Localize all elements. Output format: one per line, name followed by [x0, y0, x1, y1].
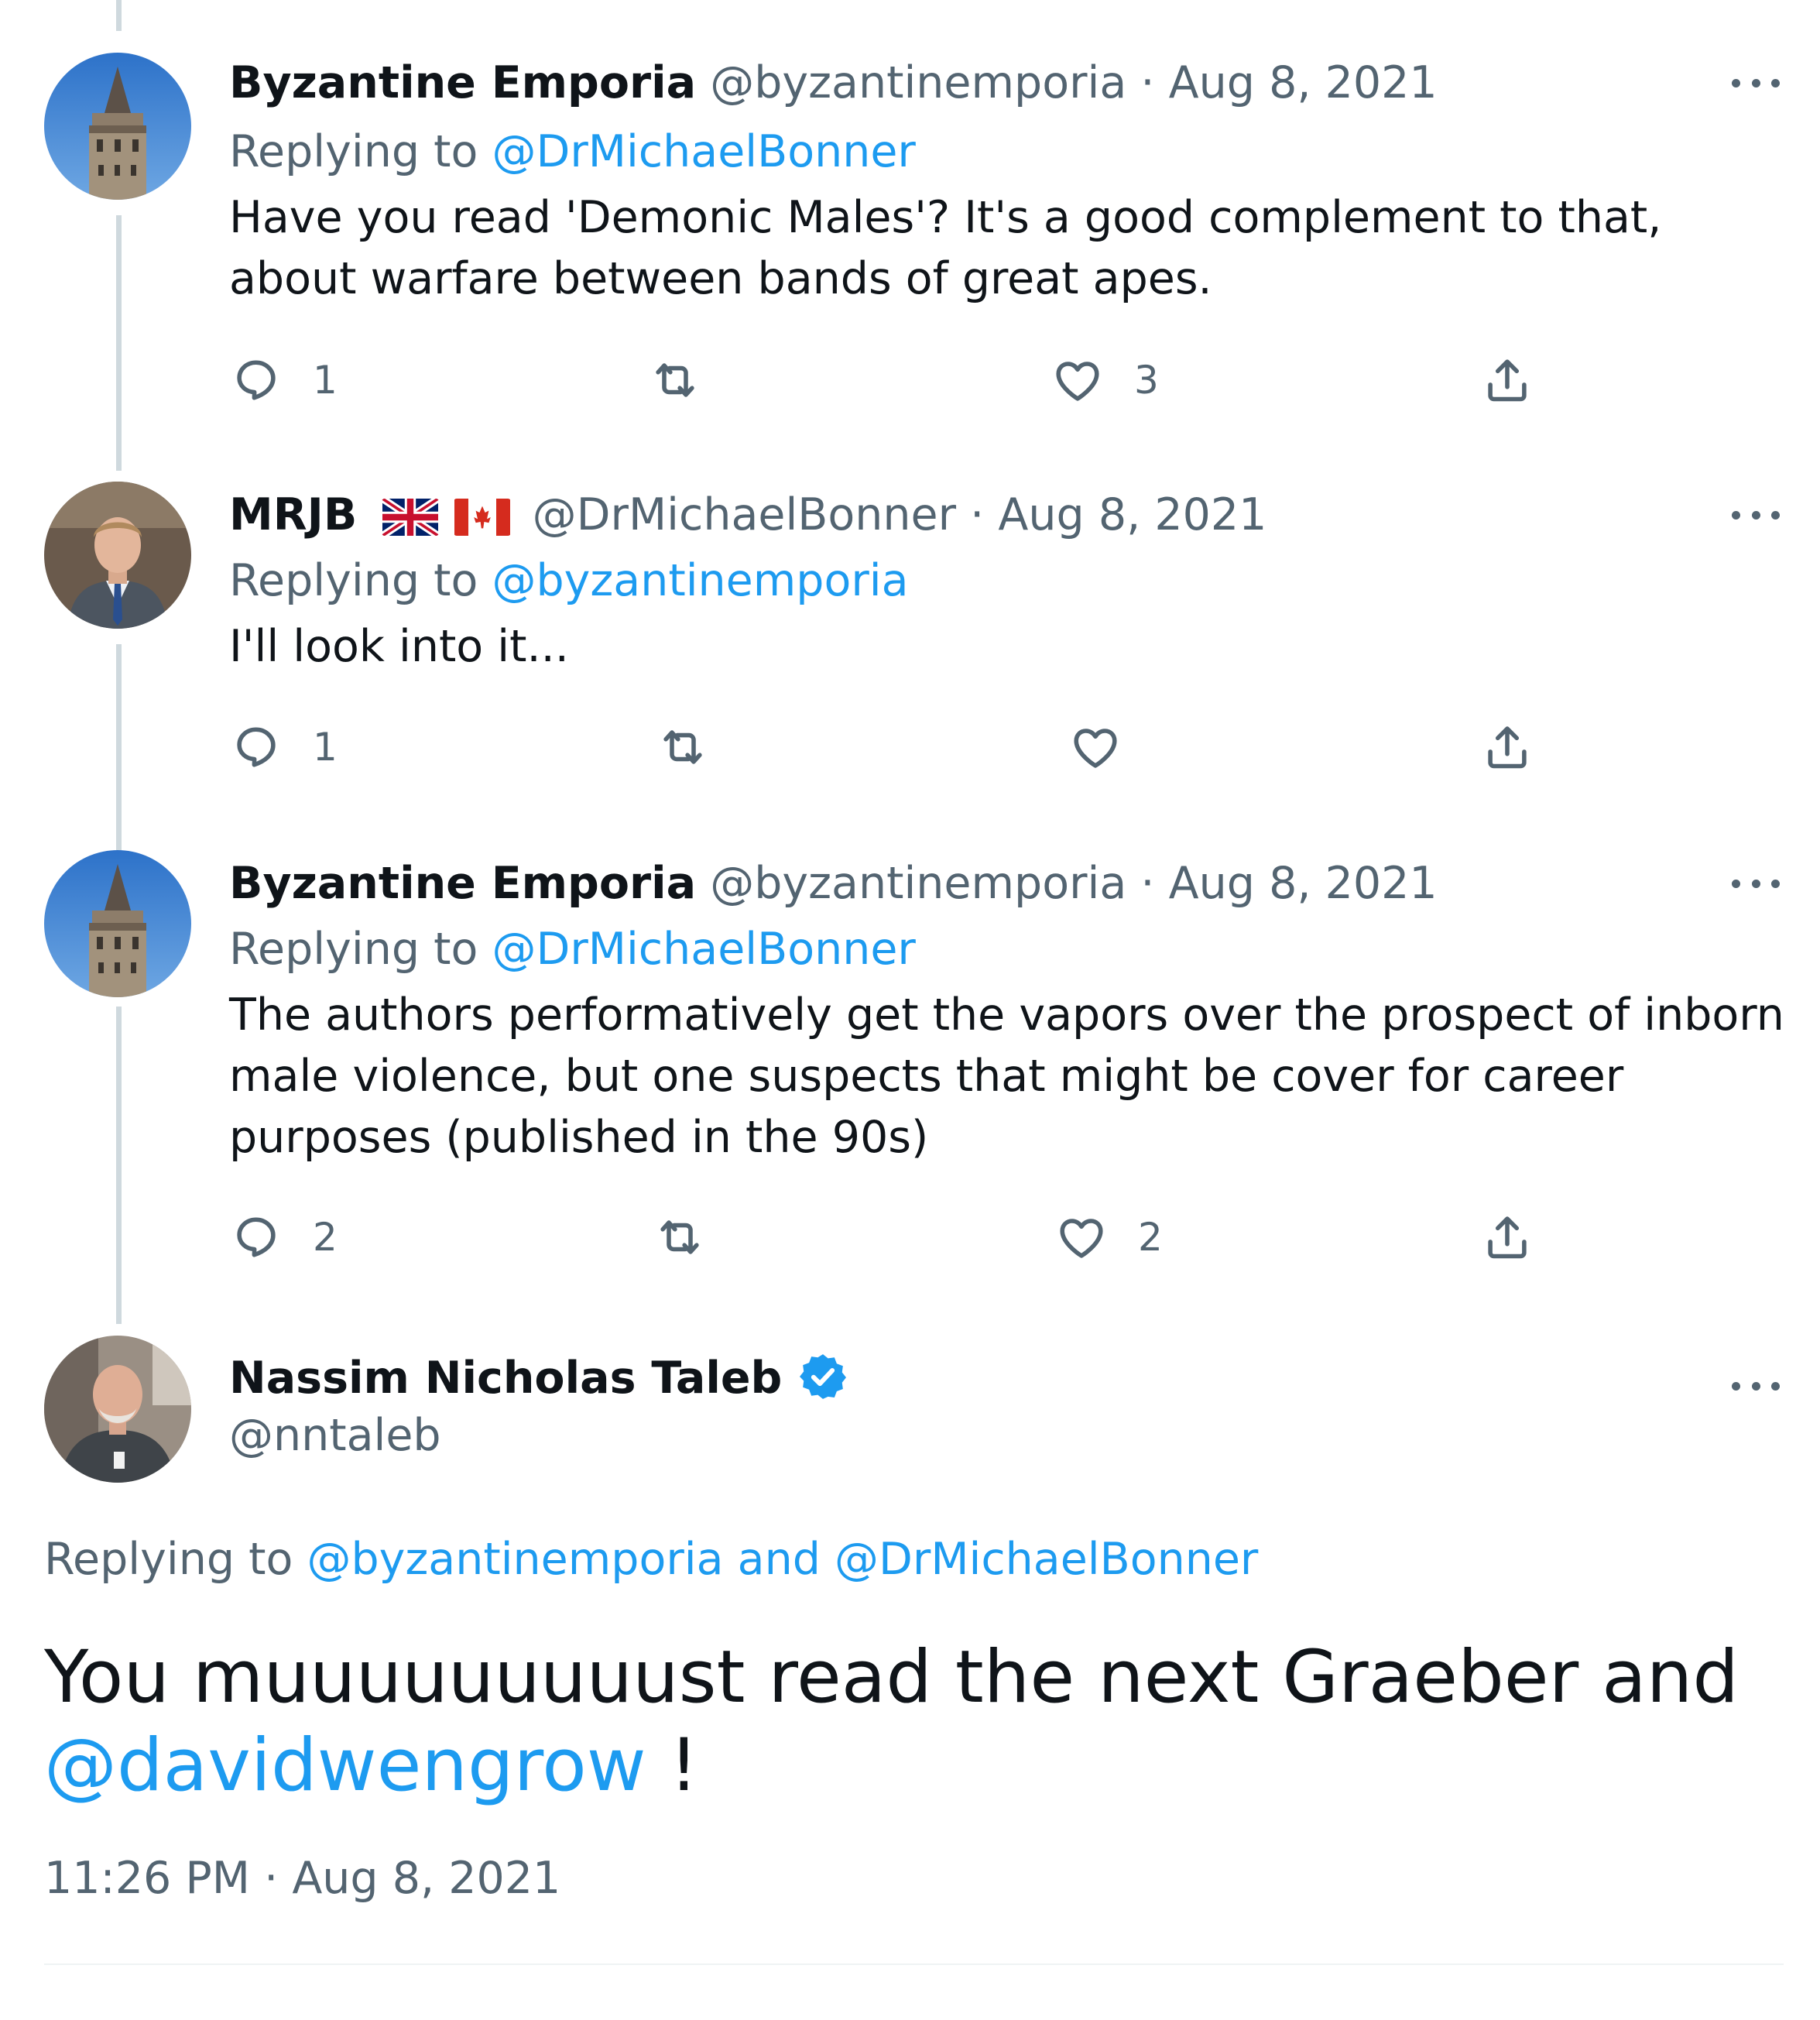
reply-button[interactable]: 1 — [229, 353, 338, 407]
more-icon[interactable] — [1732, 75, 1780, 91]
tweet-date[interactable]: Aug 8, 2021 — [1169, 57, 1438, 108]
replying-to: Replying to @byzantinemporia and @DrMich… — [44, 1538, 1258, 1582]
galata-tower-avatar — [44, 850, 191, 997]
mention-link[interactable]: @DrMichaelBonner — [492, 126, 915, 177]
bald-man-avatar — [44, 1336, 191, 1483]
share-icon — [1488, 359, 1527, 402]
reply-icon — [237, 1217, 276, 1257]
reply-icon — [237, 727, 276, 767]
retweet-button[interactable] — [648, 353, 732, 407]
retweet-button[interactable] — [656, 720, 739, 774]
avatar[interactable] — [44, 850, 191, 997]
replying-to-label: Replying to — [229, 924, 492, 975]
mention-link[interactable]: @byzantinemporia and @DrMichaelBonner — [307, 1534, 1258, 1585]
tweet-header: Byzantine Emporia @byzantinemporia · Aug… — [229, 862, 1438, 906]
display-name[interactable]: Nassim Nicholas Taleb — [229, 1353, 782, 1404]
retweet-icon — [663, 730, 702, 764]
separator: · — [970, 489, 985, 540]
display-name[interactable]: Byzantine Emporia — [229, 57, 696, 108]
separator: · — [1140, 858, 1155, 909]
avatar[interactable] — [44, 1336, 191, 1483]
like-icon — [1060, 1219, 1103, 1258]
replying-to: Replying to @byzantinemporia — [229, 559, 909, 603]
replying-to: Replying to @DrMichaelBonner — [229, 928, 916, 972]
mention-link[interactable]: @davidwengrow — [44, 1723, 646, 1808]
divider — [44, 1963, 1784, 1965]
like-count: 2 — [1138, 1215, 1163, 1260]
tweet-date[interactable]: Aug 8, 2021 — [292, 1853, 560, 1904]
display-name[interactable]: Byzantine Emporia — [229, 858, 696, 909]
tweet-text: The authors performatively get the vapor… — [229, 989, 1784, 1163]
like-count: 3 — [1134, 358, 1159, 403]
username[interactable]: @nntaleb — [229, 1414, 441, 1458]
tweet-date[interactable]: Aug 8, 2021 — [998, 489, 1266, 540]
like-icon — [1074, 729, 1117, 768]
replying-to: Replying to @DrMichaelBonner — [229, 130, 916, 174]
tweet-text: You muuuuuuuuust read the next Graeber a… — [44, 1635, 1739, 1720]
reply-count: 1 — [313, 725, 338, 770]
reply-button[interactable]: 2 — [229, 1210, 338, 1264]
man-in-suit-avatar — [44, 482, 191, 629]
tweet-time[interactable]: 11:26 PM — [44, 1853, 250, 1904]
uk-flag — [382, 499, 440, 537]
more-icon[interactable] — [1732, 876, 1780, 891]
like-button[interactable]: 3 — [1051, 353, 1159, 407]
tweet-text: I'll look into it... — [229, 621, 569, 672]
reply-icon — [237, 360, 276, 400]
like-button[interactable] — [1068, 720, 1152, 774]
tweet-timestamp: 11:26 PM · Aug 8, 2021 — [44, 1857, 560, 1901]
more-icon[interactable] — [1732, 507, 1780, 523]
like-icon — [1056, 362, 1099, 401]
avatar[interactable] — [44, 482, 191, 629]
username[interactable]: @byzantinemporia — [710, 57, 1126, 108]
separator: · — [1140, 57, 1155, 108]
verified-badge-icon — [800, 1354, 847, 1399]
thread-line — [116, 1007, 122, 1324]
avatar[interactable] — [44, 53, 191, 200]
mention-link[interactable]: @byzantinemporia — [492, 555, 908, 606]
tweet-text: Have you read 'Demonic Males'? It's a go… — [229, 192, 1662, 304]
retweet-button[interactable] — [653, 1210, 736, 1264]
like-button[interactable]: 2 — [1054, 1210, 1163, 1264]
username[interactable]: @byzantinemporia — [710, 858, 1126, 909]
thread-line — [116, 644, 122, 850]
reply-count: 2 — [313, 1215, 338, 1260]
retweet-icon — [660, 1220, 699, 1254]
share-button[interactable] — [1480, 1210, 1534, 1264]
thread-line — [116, 215, 122, 471]
main-tweet-author: Nassim Nicholas Taleb — [229, 1351, 848, 1402]
retweet-icon — [656, 363, 694, 397]
tweet-header: Byzantine Emporia @byzantinemporia · Aug… — [229, 61, 1438, 105]
replying-to-label: Replying to — [44, 1534, 307, 1585]
replying-to-label: Replying to — [229, 555, 492, 606]
share-button[interactable] — [1480, 720, 1534, 774]
share-icon — [1488, 726, 1527, 769]
main-tweet-text: You muuuuuuuuust read the next Graeber a… — [44, 1634, 1778, 1810]
share-icon — [1488, 1216, 1527, 1259]
share-button[interactable] — [1480, 353, 1534, 407]
display-name[interactable]: MRJB — [229, 489, 357, 540]
galata-tower-avatar — [44, 53, 191, 200]
username[interactable]: @DrMichaelBonner — [533, 489, 956, 540]
reply-count: 1 — [313, 358, 338, 403]
tweet-date[interactable]: Aug 8, 2021 — [1169, 858, 1438, 909]
mention-link[interactable]: @DrMichaelBonner — [492, 924, 915, 975]
thread-line — [116, 0, 122, 31]
reply-button[interactable]: 1 — [229, 720, 338, 774]
canada-flag — [454, 499, 510, 537]
tweet-header: MRJB @DrMichaelBonner · Aug 8, 2021 — [229, 493, 1266, 537]
tweet-text: ! — [646, 1723, 699, 1808]
separator: · — [264, 1853, 279, 1904]
more-icon[interactable] — [1732, 1378, 1780, 1394]
replying-to-label: Replying to — [229, 126, 492, 177]
